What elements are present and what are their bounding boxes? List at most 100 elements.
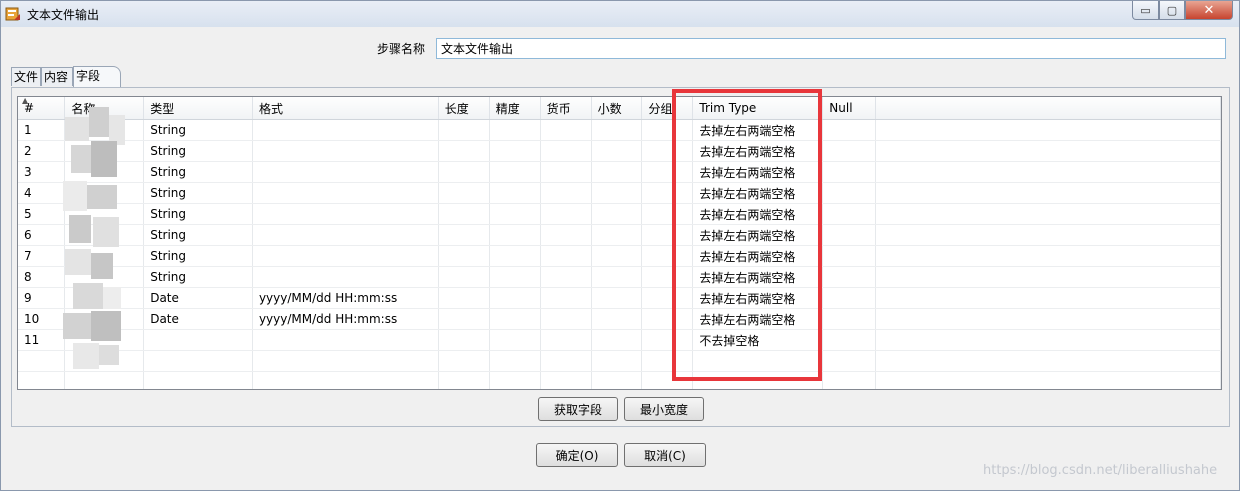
row-number[interactable]: 2 xyxy=(18,140,66,162)
cell-filler[interactable] xyxy=(875,224,1221,246)
row-number[interactable]: 1 xyxy=(18,119,66,141)
cell-format[interactable] xyxy=(252,203,439,225)
cell-currency[interactable] xyxy=(540,224,592,246)
tab-content[interactable]: 内容 xyxy=(41,67,73,86)
cell-length[interactable] xyxy=(438,203,490,225)
cell-null[interactable] xyxy=(822,161,877,183)
cell-null[interactable] xyxy=(822,266,877,288)
cell-null[interactable] xyxy=(822,140,877,162)
cell-length[interactable] xyxy=(438,287,490,309)
tab-file[interactable]: 文件 xyxy=(11,67,41,86)
table-row[interactable]: 9 Date yyyy/MM/dd HH:mm:ss 去掉左右两端空格 xyxy=(18,287,1221,309)
table-row[interactable]: 5 String 去掉左右两端空格 xyxy=(18,203,1221,225)
cell-format[interactable] xyxy=(252,245,439,267)
cell-length[interactable] xyxy=(438,140,490,162)
cell-precision[interactable] xyxy=(489,329,541,351)
cell-format[interactable] xyxy=(252,119,439,141)
cell-currency[interactable] xyxy=(540,203,592,225)
cell-format[interactable] xyxy=(252,161,439,183)
cell-length[interactable] xyxy=(438,245,490,267)
cell-format[interactable] xyxy=(252,182,439,204)
cell-type[interactable]: String xyxy=(143,266,253,288)
row-number[interactable]: 4 xyxy=(18,182,66,204)
col-header-type[interactable]: 类型 xyxy=(143,97,253,120)
table-row[interactable]: 6 String 去掉左右两端空格 xyxy=(18,224,1221,246)
cell-null[interactable] xyxy=(822,119,877,141)
cell-length[interactable] xyxy=(438,308,490,330)
cell-format[interactable] xyxy=(252,329,439,351)
cell-decimal[interactable] xyxy=(591,266,643,288)
cell-length[interactable] xyxy=(438,182,490,204)
cell-null[interactable] xyxy=(822,224,877,246)
cell-null[interactable] xyxy=(822,329,877,351)
cell-currency[interactable] xyxy=(540,329,592,351)
row-number[interactable]: 7 xyxy=(18,245,66,267)
cell-filler[interactable] xyxy=(875,308,1221,330)
cell-currency[interactable] xyxy=(540,308,592,330)
table-row[interactable]: 8 String 去掉左右两端空格 xyxy=(18,266,1221,288)
cell-filler[interactable] xyxy=(875,161,1221,183)
cell-format[interactable] xyxy=(252,266,439,288)
cell-currency[interactable] xyxy=(540,245,592,267)
cell-length[interactable] xyxy=(438,224,490,246)
row-number[interactable]: 9 xyxy=(18,287,66,309)
col-header-precision[interactable]: 精度 xyxy=(489,97,541,120)
cell-decimal[interactable] xyxy=(591,203,643,225)
row-number[interactable]: 5 xyxy=(18,203,66,225)
cell-type[interactable]: String xyxy=(143,140,253,162)
cell-decimal[interactable] xyxy=(591,182,643,204)
col-header-null[interactable]: Null xyxy=(822,97,877,120)
table-row[interactable]: 1 String 去掉左右两端空格 xyxy=(18,119,1221,141)
cell-filler[interactable] xyxy=(875,119,1221,141)
cell-length[interactable] xyxy=(438,119,490,141)
cell-null[interactable] xyxy=(822,308,877,330)
cell-null[interactable] xyxy=(822,203,877,225)
cell-length[interactable] xyxy=(438,266,490,288)
cell-type[interactable]: Date xyxy=(143,287,253,309)
cell-filler[interactable] xyxy=(875,287,1221,309)
cancel-button[interactable]: 取消(C) xyxy=(624,443,706,467)
table-row[interactable]: 3 String 去掉左右两端空格 xyxy=(18,161,1221,183)
cell-format[interactable]: yyyy/MM/dd HH:mm:ss xyxy=(252,308,439,330)
col-header-decimal[interactable]: 小数 xyxy=(591,97,643,120)
close-button[interactable]: ✕ xyxy=(1185,1,1233,20)
cell-type[interactable]: String xyxy=(143,161,253,183)
table-row[interactable]: 10 Date yyyy/MM/dd HH:mm:ss 去掉左右两端空格 xyxy=(18,308,1221,330)
cell-currency[interactable] xyxy=(540,140,592,162)
title-bar[interactable]: 文本文件输出 ▭ ▢ ✕ xyxy=(1,1,1239,27)
ok-button[interactable]: 确定(O) xyxy=(536,443,618,467)
cell-type[interactable]: String xyxy=(143,119,253,141)
cell-precision[interactable] xyxy=(489,266,541,288)
cell-filler[interactable] xyxy=(875,266,1221,288)
cell-filler[interactable] xyxy=(875,203,1221,225)
col-header-currency[interactable]: 货币 xyxy=(540,97,592,120)
cell-type[interactable]: String xyxy=(143,182,253,204)
cell-filler[interactable] xyxy=(875,182,1221,204)
cell-currency[interactable] xyxy=(540,119,592,141)
cell-currency[interactable] xyxy=(540,182,592,204)
cell-filler[interactable] xyxy=(875,329,1221,351)
cell-type[interactable]: String xyxy=(143,203,253,225)
min-width-button[interactable]: 最小宽度 xyxy=(624,397,704,421)
col-header-length[interactable]: 长度 xyxy=(438,97,490,120)
cell-length[interactable] xyxy=(438,329,490,351)
cell-decimal[interactable] xyxy=(591,308,643,330)
table-row[interactable]: 4 String 去掉左右两端空格 xyxy=(18,182,1221,204)
cell-currency[interactable] xyxy=(540,161,592,183)
cell-format[interactable] xyxy=(252,224,439,246)
cell-precision[interactable] xyxy=(489,140,541,162)
cell-length[interactable] xyxy=(438,161,490,183)
row-number[interactable]: 11 xyxy=(18,329,66,351)
row-number[interactable]: 6 xyxy=(18,224,66,246)
cell-currency[interactable] xyxy=(540,266,592,288)
cell-type[interactable]: String xyxy=(143,245,253,267)
fields-table[interactable]: # 名称 类型 格式 长度 精度 货币 小数 分组 Trim Type Null… xyxy=(17,96,1222,390)
cell-filler[interactable] xyxy=(875,245,1221,267)
cell-precision[interactable] xyxy=(489,308,541,330)
cell-filler[interactable] xyxy=(875,140,1221,162)
table-row[interactable]: 11 不去掉空格 xyxy=(18,329,1221,351)
cell-decimal[interactable] xyxy=(591,287,643,309)
cell-decimal[interactable] xyxy=(591,161,643,183)
cell-type[interactable]: Date xyxy=(143,308,253,330)
cell-decimal[interactable] xyxy=(591,140,643,162)
